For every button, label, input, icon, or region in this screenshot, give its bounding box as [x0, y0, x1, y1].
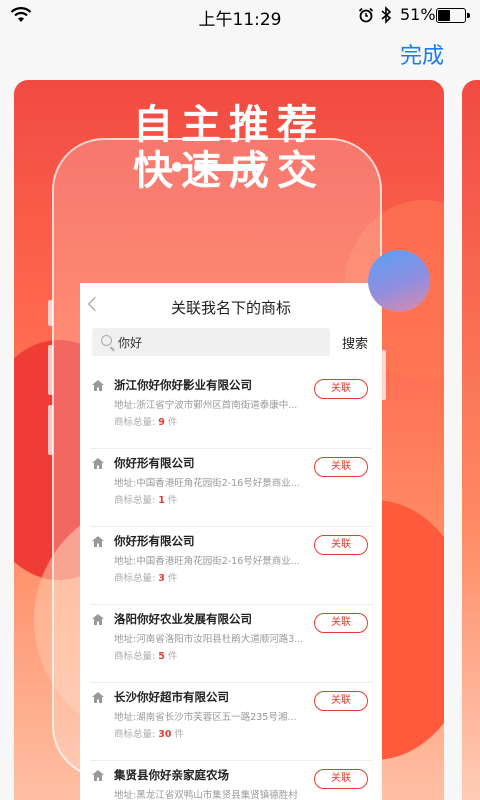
home-icon	[92, 536, 104, 547]
screen-title: 关联我名下的商标	[170, 299, 291, 317]
trademark-count: 商标总量: 3 件	[114, 570, 177, 584]
battery-icon	[436, 8, 470, 23]
search-input-value: 你好	[118, 336, 143, 350]
company-name: 你好形有限公司	[114, 456, 195, 470]
count-value: 30	[158, 729, 172, 740]
count-value: 1	[158, 495, 165, 506]
home-icon	[92, 692, 104, 703]
link-button[interactable]: 关联	[314, 535, 368, 555]
search-input[interactable]: 你好	[92, 328, 330, 356]
list-item: 你好形有限公司 地址:中国香港旺角花园街2-16号好景商业... 商标总量: 1 件…	[90, 449, 372, 527]
list-item: 浙江你好你好影业有限公司 地址:浙江省宁波市鄞州区首南街道泰康中... 商标总量…	[90, 371, 372, 449]
trademark-count: 商标总量: 5 件	[114, 648, 177, 662]
battery-fill	[438, 10, 450, 21]
count-unit: 件	[167, 651, 178, 662]
company-address: 地址:湖南省长沙市芙蓉区五一路235号湘...	[114, 712, 297, 723]
link-button[interactable]: 关联	[314, 769, 368, 789]
alarm-icon	[358, 7, 374, 23]
trademark-count: 商标总量: 1 件	[114, 492, 177, 506]
company-address: 地址:黑龙江省双鸭山市集贤县集贤镇德胜村	[114, 790, 298, 800]
count-unit: 件	[167, 573, 178, 584]
home-icon	[92, 458, 104, 469]
link-button[interactable]: 关联	[314, 379, 368, 399]
count-unit: 件	[174, 729, 184, 740]
home-icon	[92, 380, 104, 391]
list-item: 洛阳你好农业发展有限公司 地址:河南省洛阳市汝阳县杜鹃大道顺河路3... 商标总…	[90, 605, 372, 683]
screen-nav-bar: 关联我名下的商标	[80, 283, 382, 327]
company-address: 地址:中国香港旺角花园街2-16号好景商业...	[114, 478, 300, 489]
count-value: 9	[158, 417, 165, 428]
count-label: 商标总量:	[114, 495, 156, 506]
link-button[interactable]: 关联	[314, 457, 368, 477]
trademark-count: 商标总量: 9 件	[114, 414, 177, 428]
floating-bubble	[368, 250, 430, 312]
company-name: 集贤县你好亲家庭农场	[114, 768, 229, 782]
count-label: 商标总量:	[114, 573, 156, 584]
count-label: 商标总量:	[114, 417, 156, 428]
status-bar: 上午11:29 51%	[0, 0, 480, 32]
search-icon	[101, 335, 112, 346]
home-icon	[92, 614, 104, 625]
company-address: 地址:浙江省宁波市鄞州区首南街道泰康中...	[114, 400, 298, 411]
count-value: 5	[158, 651, 165, 662]
count-unit: 件	[167, 495, 178, 506]
company-name: 洛阳你好农业发展有限公司	[114, 612, 252, 626]
company-list: 浙江你好你好影业有限公司 地址:浙江省宁波市鄞州区首南街道泰康中... 商标总量…	[80, 371, 382, 800]
list-item: 你好形有限公司 地址:中国香港旺角花园街2-16号好景商业... 商标总量: 3 件…	[90, 527, 372, 605]
company-name: 你好形有限公司	[114, 534, 195, 548]
count-value: 3	[158, 573, 165, 584]
count-unit: 件	[167, 417, 178, 428]
trademark-count: 商标总量: 30 件	[114, 726, 184, 740]
company-address: 地址:中国香港旺角花园街2-16号好景商业...	[114, 556, 300, 567]
phone-speaker	[194, 164, 264, 171]
battery-percent: 51%	[400, 5, 436, 24]
done-button[interactable]: 完成	[400, 38, 444, 70]
count-label: 商标总量:	[114, 651, 156, 662]
bluetooth-icon	[381, 6, 392, 24]
company-name: 长沙你好超市有限公司	[114, 690, 229, 704]
company-name: 浙江你好你好影业有限公司	[114, 378, 252, 392]
link-button[interactable]: 关联	[314, 613, 368, 633]
company-address: 地址:河南省洛阳市汝阳县杜鹃大道顺河路3...	[114, 634, 304, 645]
phone-camera	[172, 162, 182, 172]
next-screenshot-card[interactable]	[462, 80, 480, 800]
link-button[interactable]: 关联	[314, 691, 368, 711]
search-button[interactable]: 搜索	[342, 333, 368, 352]
phone-screen: 关联我名下的商标 你好 搜索 浙江你好你好影业有限公司 地址:浙江省宁波市鄞州区…	[80, 283, 382, 800]
count-label: 商标总量:	[114, 729, 156, 740]
list-item: 长沙你好超市有限公司 地址:湖南省长沙市芙蓉区五一路235号湘... 商标总量:…	[90, 683, 372, 761]
list-item: 集贤县你好亲家庭农场 地址:黑龙江省双鸭山市集贤县集贤镇德胜村 关联	[90, 761, 372, 800]
home-icon	[92, 770, 104, 781]
